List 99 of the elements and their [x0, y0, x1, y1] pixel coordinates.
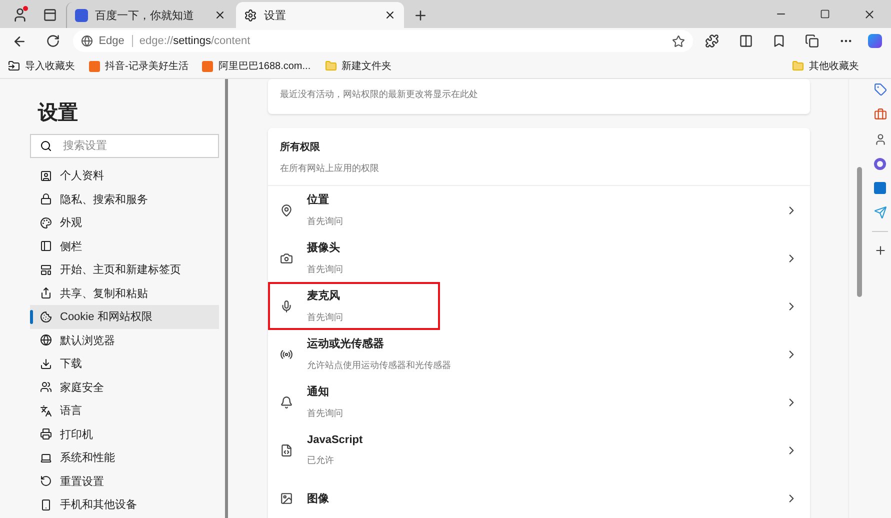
laptop-icon [40, 452, 52, 464]
share-icon [40, 287, 52, 300]
nav-item[interactable]: 系统和性能 [30, 446, 219, 470]
microphone-icon [280, 300, 293, 312]
close-icon[interactable] [214, 9, 226, 21]
browser-logo-icon [80, 35, 93, 47]
permission-status: 已允许 [307, 454, 335, 466]
settings-heading: 设置 [38, 101, 79, 126]
permission-row[interactable]: JavaScript 已允许 [268, 426, 810, 474]
permission-title: 摄像头 [307, 240, 341, 255]
script-icon [280, 444, 293, 456]
circle-logo-icon[interactable] [874, 158, 886, 170]
nav-item[interactable]: 打印机 [30, 422, 219, 446]
puzzle-icon [705, 34, 720, 48]
refresh-icon [46, 34, 60, 48]
permission-status: 首先询问 [307, 263, 344, 276]
lock-icon [40, 193, 52, 206]
nav-item[interactable]: 外观 [30, 211, 219, 234]
bookmark-item[interactable]: 导入收藏夹 [8, 59, 75, 73]
language-icon [40, 404, 52, 417]
search-field[interactable]: 搜索设置 [30, 134, 219, 158]
nav-item[interactable]: 开始、主页和新建标签页 [30, 258, 219, 282]
sensor-icon [280, 348, 293, 360]
permission-title: 位置 [307, 192, 330, 207]
nav-item[interactable]: 隐私、搜索和服务 [30, 188, 219, 211]
import-icon [8, 60, 20, 72]
nav-item[interactable]: 手机和其他设备 [30, 493, 219, 516]
permission-title: 麦克风 [307, 288, 341, 303]
notification-dot [23, 6, 28, 11]
reset-icon [40, 475, 52, 488]
nav-item[interactable]: 家庭安全 [30, 376, 219, 399]
plus-icon [412, 8, 428, 22]
settings-icon [244, 8, 257, 22]
download-icon [40, 358, 52, 370]
permission-status: 允许站点使用运动传感器和光传感器 [307, 359, 452, 372]
site-icon [89, 60, 100, 72]
person-icon[interactable] [874, 133, 886, 146]
nav-item[interactable]: 重置设置 [30, 470, 219, 493]
layout-icon [40, 264, 52, 276]
recent-activity-text: 最近没有活动，网站权限的最新更改将显示在此处 [279, 88, 479, 101]
maximize-icon [820, 9, 830, 19]
collections-icon [805, 34, 820, 48]
panel-icon [40, 240, 52, 252]
close-icon [862, 8, 876, 20]
permission-row[interactable]: 位置 首先询问 [268, 186, 810, 234]
site-icon [202, 60, 214, 72]
location-pin-icon [280, 204, 293, 216]
permission-row[interactable]: 麦克风 首先询问 [268, 282, 810, 330]
add-icon[interactable] [874, 244, 886, 257]
nav-item[interactable]: 下载 [30, 352, 219, 376]
bookmark-icon [772, 34, 786, 48]
split-screen-icon [738, 34, 753, 48]
bookmark-item[interactable]: 阿里巴巴1688.com... [202, 59, 311, 73]
close-icon[interactable] [384, 9, 396, 21]
bookmark-item[interactable]: 新建文件夹 [324, 59, 392, 73]
nav-item[interactable]: 共享、复制和粘贴 [30, 282, 219, 305]
permission-title: 通知 [307, 384, 330, 399]
star-icon[interactable] [672, 34, 685, 48]
nav-item[interactable]: 个人资料 [30, 164, 219, 188]
printer-icon [40, 428, 52, 440]
permission-status: 首先询问 [307, 215, 344, 228]
folder-icon [792, 60, 804, 72]
phone-icon [40, 498, 52, 511]
permission-title: JavaScript [307, 434, 364, 446]
section-subtitle: 在所有网站上应用的权限 [280, 162, 380, 175]
permission-row[interactable]: 摄像头 首先询问 [268, 234, 810, 282]
back-arrow-icon [12, 34, 28, 48]
scrollbar-thumb[interactable] [856, 167, 862, 297]
briefcase-icon[interactable] [874, 108, 886, 121]
permission-title: 图像 [307, 492, 330, 506]
permission-row[interactable]: 运动或光传感器 允许站点使用运动传感器和光传感器 [268, 330, 810, 378]
permission-status: 首先询问 [307, 311, 344, 324]
image-icon [280, 492, 293, 504]
tag-icon[interactable] [874, 83, 886, 96]
address-bar[interactable]: Edge edge://settings/content [72, 30, 693, 52]
bookmark-item[interactable]: 抖音-记录美好生活 [89, 59, 188, 73]
permission-title: 运动或光传感器 [307, 336, 385, 351]
people-icon [40, 381, 52, 394]
camera-icon [280, 252, 293, 264]
person-icon [12, 7, 28, 23]
other-favorites-item[interactable]: 其他收藏夹 [792, 59, 859, 73]
bell-icon [280, 396, 293, 408]
nav-item[interactable]: 默认浏览器 [30, 328, 219, 352]
send-icon[interactable] [874, 206, 886, 219]
permission-row[interactable]: 图像 [268, 474, 810, 518]
permission-row[interactable]: 通知 首先询问 [268, 378, 810, 426]
profile-icon [40, 170, 52, 182]
browser-icon [40, 334, 52, 346]
section-title: 所有权限 [280, 140, 321, 154]
nav-item[interactable]: 侧栏 [30, 234, 219, 258]
nav-item[interactable]: 语言 [30, 399, 219, 422]
folder-icon [324, 60, 337, 72]
palette-icon [40, 216, 52, 229]
permission-status: 首先询问 [307, 407, 344, 420]
browser-tab[interactable]: 设置 [236, 2, 404, 28]
search-icon [40, 140, 52, 152]
window-icon [43, 8, 57, 22]
cookie-icon [40, 310, 52, 323]
nav-item[interactable]: Cookie 和网站权限 [30, 305, 219, 328]
